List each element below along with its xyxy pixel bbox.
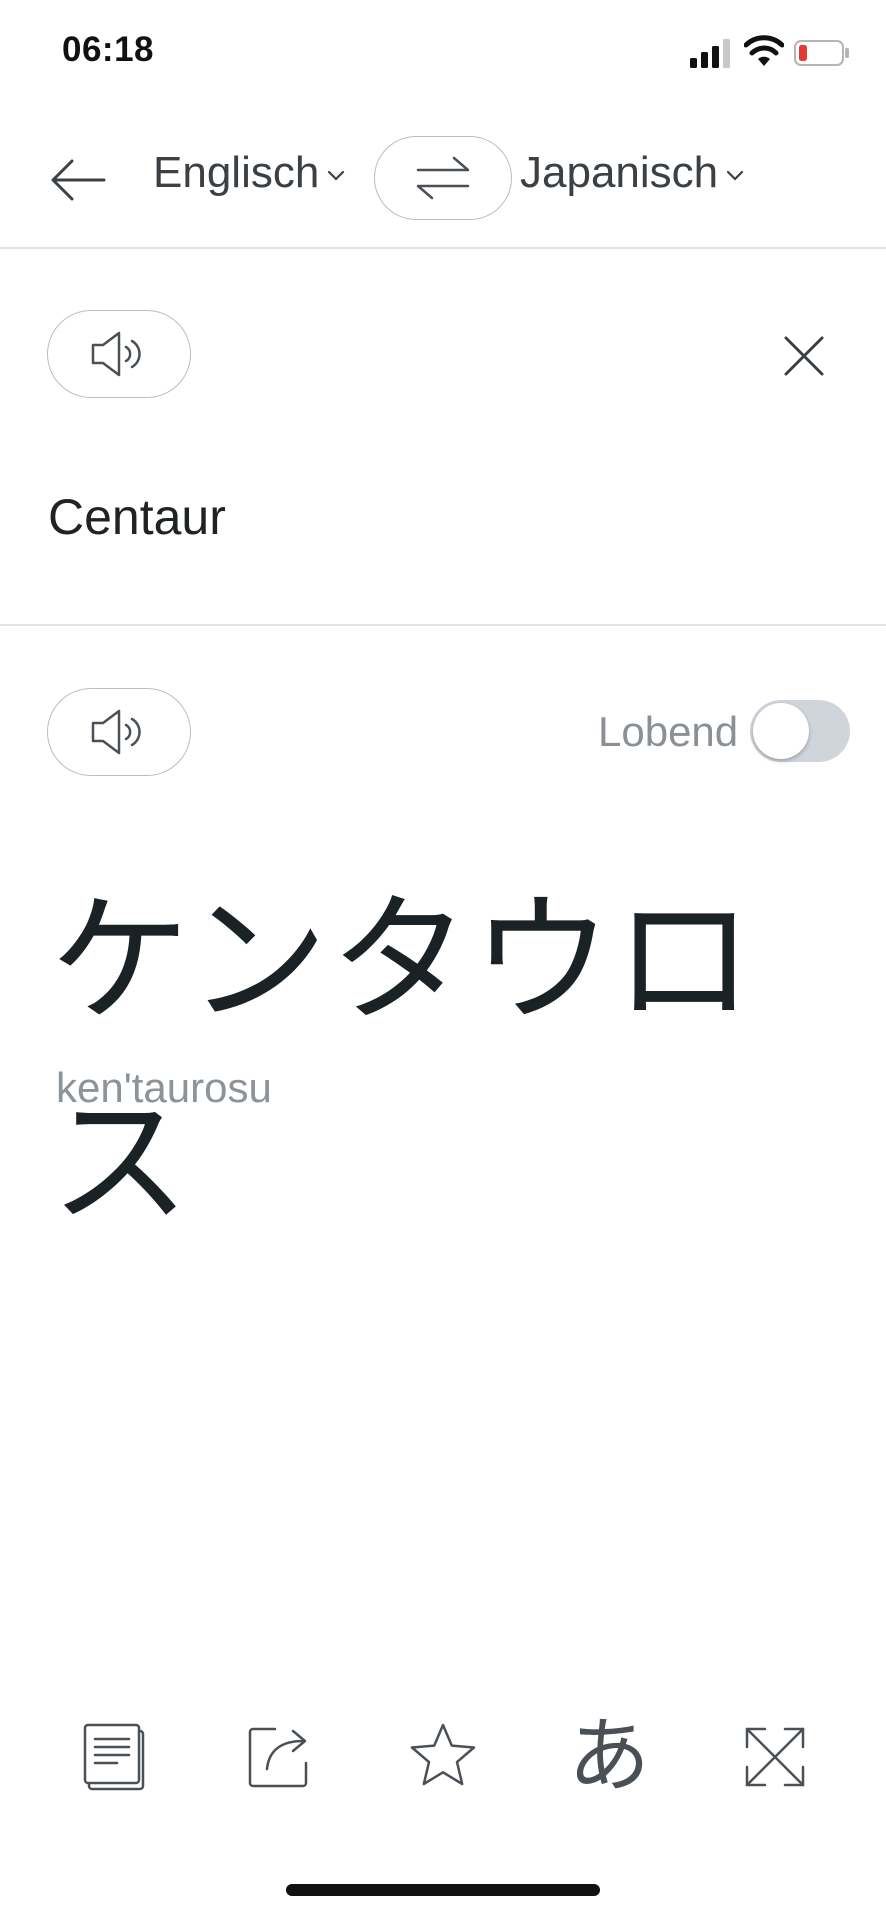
expand-icon	[745, 1727, 805, 1787]
wifi-icon	[744, 35, 784, 66]
translated-text: ケンタウロス	[50, 880, 756, 1245]
chevron-down-icon	[328, 170, 345, 181]
copy-button[interactable]	[68, 1712, 158, 1802]
favorite-button[interactable]	[398, 1712, 488, 1802]
toggle-knob	[753, 703, 809, 759]
source-speak-button[interactable]	[47, 310, 191, 398]
cellular-signal-icon	[690, 39, 730, 68]
star-icon	[410, 1723, 476, 1786]
close-icon	[784, 336, 824, 376]
clear-input-button[interactable]	[770, 322, 838, 390]
back-button[interactable]	[38, 140, 118, 220]
header-divider	[0, 247, 886, 249]
chevron-down-icon	[727, 170, 744, 181]
copy-icon	[83, 1723, 145, 1791]
target-language-selector[interactable]: Japanisch	[520, 148, 744, 198]
target-language-label: Japanisch	[520, 148, 719, 197]
hiragana-button[interactable]: あ	[564, 1712, 654, 1802]
swap-arrows-icon	[416, 156, 470, 200]
hiragana-label: あ	[567, 1709, 650, 1804]
share-button[interactable]	[234, 1712, 324, 1802]
battery-icon	[794, 40, 849, 66]
formal-toggle[interactable]	[750, 700, 850, 762]
speaker-icon	[91, 709, 141, 755]
target-speak-button[interactable]	[47, 688, 191, 776]
source-language-selector[interactable]: Englisch	[153, 148, 345, 198]
romanization-text: ken'taurosu	[56, 1064, 272, 1111]
source-text[interactable]: Centaur	[48, 488, 226, 546]
formal-toggle-label: Lobend	[598, 708, 739, 755]
share-icon	[248, 1727, 308, 1788]
source-language-label: Englisch	[153, 148, 320, 197]
status-time: 06:18	[62, 30, 155, 69]
swap-languages-button[interactable]	[374, 136, 512, 220]
arrow-left-icon	[51, 159, 106, 201]
section-divider	[0, 624, 886, 626]
fullscreen-button[interactable]	[730, 1712, 820, 1802]
home-indicator[interactable]	[286, 1884, 600, 1896]
speaker-icon	[91, 331, 141, 377]
